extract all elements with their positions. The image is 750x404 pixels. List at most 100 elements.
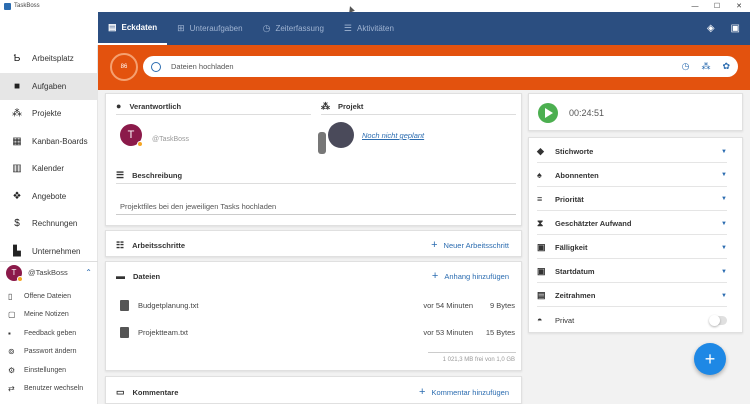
responsible-header: ● Verantwortlich xyxy=(116,101,181,111)
link-meine-notizen[interactable]: ▢ Meine Notizen xyxy=(0,306,98,325)
chevron-down-icon: ▼ xyxy=(721,148,727,155)
divider xyxy=(321,114,516,115)
progress-badge[interactable]: 86 xyxy=(110,53,138,81)
status-dot xyxy=(17,275,23,282)
file-time: vor 54 Minuten xyxy=(423,301,473,310)
plus-icon: + xyxy=(431,270,439,282)
add-comment-button[interactable]: + Kommentar hinzufügen xyxy=(419,386,509,398)
sidebar-item-aufgaben[interactable]: ■ Aufgaben xyxy=(0,72,97,100)
sidebar-item-rechnungen[interactable]: $ Rechnungen xyxy=(0,210,97,238)
play-button[interactable] xyxy=(538,103,558,123)
chevron-down-icon: ▼ xyxy=(721,244,727,251)
layers-icon[interactable]: ◈ xyxy=(707,23,715,34)
divider xyxy=(537,282,727,283)
quota-bar xyxy=(428,352,516,353)
link-label: Passwort ändern xyxy=(24,348,77,356)
private-toggle[interactable] xyxy=(709,314,727,326)
projects-icon: ⁂ xyxy=(12,108,22,120)
files-label: Dateien xyxy=(133,271,161,281)
due-date-icon: ▣ xyxy=(537,242,546,252)
prop-privat: ◓ Privat xyxy=(537,314,727,326)
status-dot xyxy=(137,141,143,147)
sidebar-user[interactable]: T @TaskBoss ⌃ xyxy=(0,261,98,283)
project-avatar-icon[interactable] xyxy=(328,122,354,148)
file-icon: ▯ xyxy=(8,291,13,301)
calendar-icon: ▥ xyxy=(12,163,22,175)
sidebar-item-label: Arbeitsplatz xyxy=(32,54,74,64)
comments-label: Kommentare xyxy=(132,388,179,397)
sidebar-item-kalender[interactable]: ▥ Kalender xyxy=(0,155,97,183)
tab-unteraufgaben[interactable]: ⊞ Unteraufgaben xyxy=(167,12,252,45)
person-icon: ● xyxy=(116,101,122,111)
box-icon: ■ xyxy=(13,80,21,92)
prop-prioritaet[interactable]: ≡ Priorität ▼ xyxy=(537,194,727,204)
details-card: ● Verantwortlich T @TaskBoss ⁂ Projekt N… xyxy=(105,93,522,226)
incognito-icon: ◓ xyxy=(537,315,543,325)
tab-label: Unteraufgaben xyxy=(189,24,243,33)
app-logo-icon xyxy=(4,2,11,10)
properties-card: ◆ Stichworte ▼ ♠ Abonnenten ▼ ≡ Prioritä… xyxy=(528,137,743,333)
add-attachment-button[interactable]: + Anhang hinzufügen xyxy=(432,270,509,282)
link-feedback[interactable]: ▪ Feedback geben xyxy=(0,324,98,343)
gear-icon: ⚙ xyxy=(8,365,16,375)
link-einstellungen[interactable]: ⚙ Einstellungen xyxy=(0,361,98,380)
avatar-initial: T xyxy=(127,129,135,141)
palette-icon[interactable]: ✿ xyxy=(722,61,730,72)
link-label: Meine Notizen xyxy=(24,311,69,319)
sidebar-item-projekte[interactable]: ⁂ Projekte xyxy=(0,100,97,128)
file-row[interactable]: Budgetplanung.txt vor 54 Minuten 9 Bytes xyxy=(120,300,515,311)
description-text[interactable]: Projektfiles bei den jeweiligen Tasks ho… xyxy=(120,202,276,211)
sidebar-item-angebote[interactable]: ❖ Angebote xyxy=(0,183,97,211)
folder-icon: ▬ xyxy=(116,271,125,281)
prop-aufwand[interactable]: ⧗ Geschätzter Aufwand ▼ xyxy=(537,218,727,229)
add-fab-button[interactable]: + xyxy=(694,343,726,375)
project-value-link[interactable]: Noch nicht geplant xyxy=(362,131,424,140)
dollar-icon: $ xyxy=(14,218,20,230)
prop-stichworte[interactable]: ◆ Stichworte ▼ xyxy=(537,146,727,157)
user-name: @TaskBoss xyxy=(28,268,68,277)
link-offene-dateien[interactable]: ▯ Offene Dateien xyxy=(0,287,98,306)
divider xyxy=(537,210,727,211)
hierarchy-icon[interactable]: ⁂ xyxy=(701,61,710,72)
hourglass-icon: ⧗ xyxy=(537,218,544,228)
building-icon: ▙ xyxy=(13,245,21,257)
upload-bar[interactable]: Dateien hochladen ◷ ⁂ ✿ xyxy=(143,56,738,77)
tab-eckdaten[interactable]: ▤ Eckdaten xyxy=(98,12,168,45)
chevron-down-icon: ▼ xyxy=(721,292,727,299)
close-icon[interactable]: ✕ xyxy=(728,0,750,12)
feedback-icon: ▪ xyxy=(8,328,11,338)
file-row[interactable]: Projektteam.txt vor 53 Minuten 15 Bytes xyxy=(120,327,515,338)
responsible-label: Verantwortlich xyxy=(129,101,182,111)
prop-zeitrahmen[interactable]: ▤ Zeitrahmen ▼ xyxy=(537,290,727,301)
tab-aktivitaeten[interactable]: ☰ Aktivitäten xyxy=(334,12,404,45)
link-passwort[interactable]: ⊚ Passwort ändern xyxy=(0,343,98,362)
history-icon[interactable]: ◷ xyxy=(682,61,690,72)
sidebar-item-label: Aufgaben xyxy=(32,81,67,91)
prop-label: Geschätzter Aufwand xyxy=(555,219,632,228)
plus-icon: + xyxy=(419,386,426,398)
prop-label: Priorität xyxy=(555,194,584,204)
chevron-up-down-icon[interactable]: ⌃ xyxy=(85,268,92,277)
prop-abonnenten[interactable]: ♠ Abonnenten ▼ xyxy=(537,170,727,180)
bell-icon: ♠ xyxy=(537,170,542,180)
panel-toggle-icon[interactable]: ▣ xyxy=(731,23,740,34)
sidebar-item-kanban[interactable]: ▦ Kanban-Boards xyxy=(0,128,97,156)
header-actions: ◈ ▣ xyxy=(707,12,740,45)
responsible-avatar[interactable]: T xyxy=(120,124,143,147)
link-benutzer-wechseln[interactable]: ⇄ Benutzer wechseln xyxy=(0,380,98,399)
timer-card: 00:24:51 xyxy=(528,93,743,131)
steps-label: Arbeitsschritte xyxy=(132,241,186,250)
minimize-icon[interactable]: — xyxy=(684,0,706,12)
link-label: Benutzer wechseln xyxy=(24,385,84,393)
description-icon: ☰ xyxy=(116,170,125,180)
maximize-icon[interactable]: ☐ xyxy=(706,0,728,12)
sidebar-item-arbeitsplatz[interactable]: Ƅ Arbeitsplatz xyxy=(0,45,97,73)
prop-startdatum[interactable]: ▣ Startdatum ▼ xyxy=(537,266,727,277)
project-header: ⁂ Projekt xyxy=(321,101,363,112)
tab-zeiterfassung[interactable]: ◷ Zeiterfassung xyxy=(253,12,334,45)
prop-faelligkeit[interactable]: ▣ Fälligkeit ▼ xyxy=(537,242,727,253)
add-step-button[interactable]: + Neuer Arbeitsschritt xyxy=(431,239,509,251)
sidebar-item-label: Unternehmen xyxy=(32,246,81,256)
task-header: 86 Dateien hochladen ◷ ⁂ ✿ xyxy=(98,45,750,90)
upload-placeholder: Dateien hochladen xyxy=(171,62,234,71)
